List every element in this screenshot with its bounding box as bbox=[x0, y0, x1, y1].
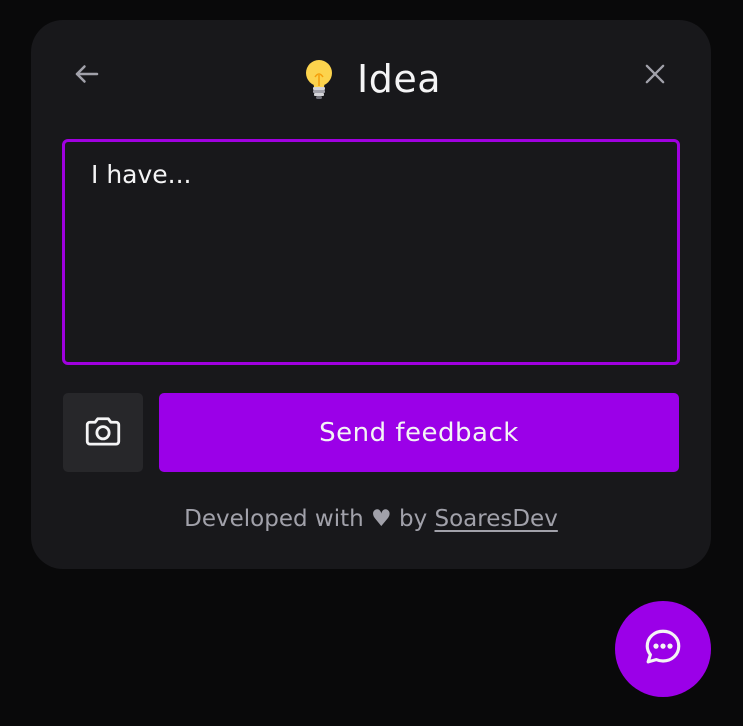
feedback-textarea[interactable]: I have... bbox=[62, 139, 680, 365]
feedback-widget: Idea I have... Send feedback Developed w… bbox=[31, 20, 711, 569]
widget-header: Idea bbox=[31, 20, 711, 140]
footer-prefix: Developed with bbox=[184, 506, 364, 532]
heart-icon: ♥ bbox=[371, 506, 392, 532]
footer-by: by bbox=[398, 506, 428, 532]
widget-title: Idea bbox=[357, 57, 441, 101]
close-icon bbox=[641, 60, 669, 92]
send-feedback-button[interactable]: Send feedback bbox=[159, 393, 679, 472]
widget-title-group: Idea bbox=[31, 54, 711, 104]
close-button[interactable] bbox=[637, 58, 673, 94]
developer-link[interactable]: SoaresDev bbox=[435, 506, 558, 532]
feedback-launcher-button[interactable] bbox=[615, 601, 711, 697]
camera-icon bbox=[82, 410, 124, 456]
screenshot-button[interactable] bbox=[63, 393, 143, 472]
widget-footer: Developed with ♥ by SoaresDev bbox=[31, 506, 711, 532]
lightbulb-icon bbox=[301, 57, 337, 101]
chat-bubble-icon bbox=[642, 626, 684, 672]
